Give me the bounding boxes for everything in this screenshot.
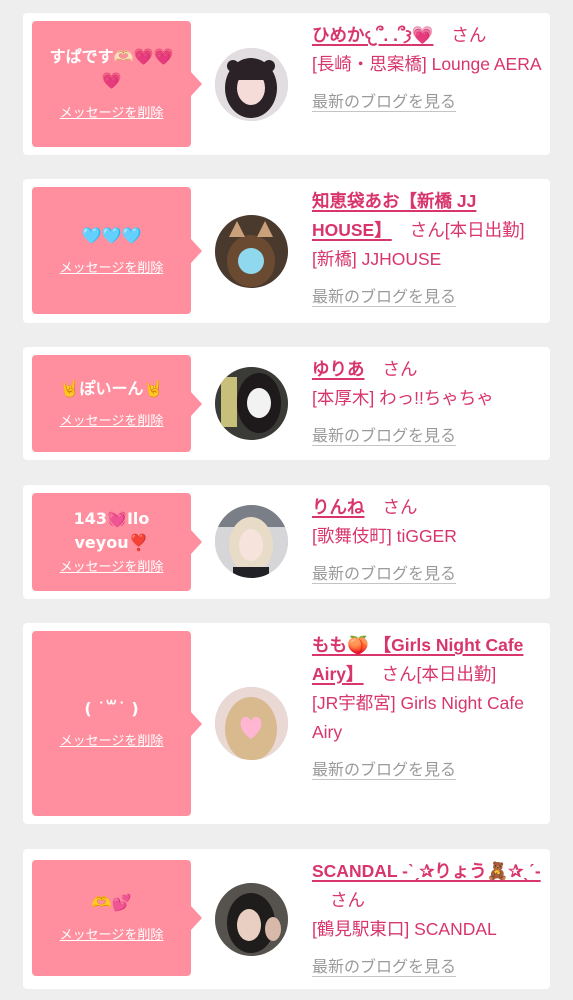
status-badge: [本日出勤] bbox=[444, 220, 525, 240]
message-text: 143💓Iloveyou❣️ bbox=[73, 509, 150, 552]
avatar[interactable] bbox=[215, 48, 288, 121]
cast-info: SCANDAL -ˋˏ✰りょう🧸✰ˎˊ- さん [鶴見駅東口] SCANDAL 最… bbox=[312, 857, 542, 982]
delete-message-link[interactable]: メッセージを削除 bbox=[60, 105, 164, 123]
cast-info: りんね さん [歌舞伎町] tiGGER 最新のブログを見る bbox=[312, 493, 542, 589]
latest-blog-link[interactable]: 最新のブログを見る bbox=[312, 283, 456, 312]
avatar[interactable] bbox=[215, 687, 288, 760]
cast-name-link[interactable]: りんね bbox=[312, 497, 365, 517]
message-bubble: 🤘ぽいーん🤘 メッセージを削除 bbox=[32, 355, 202, 452]
shop-name: [新橋] JJHOUSE bbox=[312, 249, 442, 269]
honorific: さん bbox=[382, 497, 418, 517]
list-item: ( ˙꒳˙ ) メッセージを削除 もも🍑 【Girls Night Cafe A… bbox=[23, 623, 550, 824]
message-bubble: 🩵🩵🩵 メッセージを削除 bbox=[32, 187, 202, 314]
cast-info: ゆりあ さん [本厚木] わっ!!ちゃちゃ 最新のブログを見る bbox=[312, 355, 542, 451]
avatar[interactable] bbox=[215, 505, 288, 578]
list-item: 🩵🩵🩵 メッセージを削除 知恵袋あお【新橋 JJ HOUSE】 さん[本日出勤] … bbox=[23, 179, 550, 323]
list-item: 143💓Iloveyou❣️ メッセージを削除 りんね さん [歌舞伎町] tiG… bbox=[23, 485, 550, 599]
list-item: 🤘ぽいーん🤘 メッセージを削除 ゆりあ さん [本厚木] わっ!!ちゃちゃ 最新の… bbox=[23, 347, 550, 460]
delete-message-link[interactable]: メッセージを削除 bbox=[60, 927, 164, 945]
cast-name-link[interactable]: SCANDAL -ˋˏ✰りょう🧸✰ˎˊ- bbox=[312, 861, 541, 881]
girl-avatar-icon bbox=[215, 215, 288, 288]
delete-message-link[interactable]: メッセージを削除 bbox=[60, 559, 164, 577]
girl-avatar-icon bbox=[215, 505, 288, 578]
latest-blog-link[interactable]: 最新のブログを見る bbox=[312, 88, 456, 117]
latest-blog-link[interactable]: 最新のブログを見る bbox=[312, 756, 456, 785]
honorific: さん bbox=[382, 359, 418, 379]
honorific: さん bbox=[381, 664, 417, 684]
latest-blog-link[interactable]: 最新のブログを見る bbox=[312, 422, 456, 451]
latest-blog-link[interactable]: 最新のブログを見る bbox=[312, 953, 456, 982]
cast-info: ひめか𐔌՞. .՞𐦯💗 さん [長崎・思案橋] Lounge AERA 最新のブロ… bbox=[312, 21, 542, 117]
status-badge: [本日出勤] bbox=[416, 664, 497, 684]
message-list: すぱです🫶🏻💗💗💗 メッセージを削除 ひめか𐔌՞. .՞𐦯💗 さん [長崎・思案橋… bbox=[0, 0, 573, 1000]
avatar[interactable] bbox=[215, 215, 288, 288]
shop-name: [JR宇都宮] Girls Night Cafe Airy bbox=[312, 693, 524, 742]
message-text: ( ˙꒳˙ ) bbox=[84, 698, 139, 718]
delete-message-link[interactable]: メッセージを削除 bbox=[60, 413, 164, 431]
girl-avatar-icon bbox=[215, 48, 288, 121]
message-text: 🤘ぽいーん🤘 bbox=[59, 378, 164, 398]
avatar[interactable] bbox=[215, 883, 288, 956]
cast-info: 知恵袋あお【新橋 JJ HOUSE】 さん[本日出勤] [新橋] JJHOUSE … bbox=[312, 187, 542, 312]
girl-avatar-icon bbox=[215, 367, 288, 440]
shop-name: [歌舞伎町] tiGGER bbox=[312, 526, 457, 546]
latest-blog-link[interactable]: 最新のブログを見る bbox=[312, 560, 456, 589]
honorific: さん bbox=[409, 220, 445, 240]
cast-info: もも🍑 【Girls Night Cafe Airy】 さん[本日出勤] [JR宇… bbox=[312, 631, 542, 785]
list-item: 🫶💕 メッセージを削除 SCANDAL -ˋˏ✰りょう🧸✰ˎˊ- さん [鶴見駅東… bbox=[23, 849, 550, 989]
message-bubble: すぱです🫶🏻💗💗💗 メッセージを削除 bbox=[32, 21, 202, 147]
avatar[interactable] bbox=[215, 367, 288, 440]
message-text: 🫶💕 bbox=[91, 893, 132, 912]
message-text: 🩵🩵🩵 bbox=[81, 225, 142, 245]
message-bubble: ( ˙꒳˙ ) メッセージを削除 bbox=[32, 631, 202, 816]
cast-name-link[interactable]: ゆりあ bbox=[312, 359, 365, 379]
cast-name-link[interactable]: ひめか𐔌՞. .՞𐦯💗 bbox=[312, 25, 433, 45]
message-text: すぱです🫶🏻💗💗💗 bbox=[49, 47, 174, 90]
delete-message-link[interactable]: メッセージを削除 bbox=[60, 260, 164, 278]
girl-avatar-icon bbox=[215, 883, 288, 956]
delete-message-link[interactable]: メッセージを削除 bbox=[60, 733, 164, 751]
shop-name: [鶴見駅東口] SCANDAL bbox=[312, 919, 497, 939]
shop-name: [本厚木] わっ!!ちゃちゃ bbox=[312, 388, 494, 408]
message-bubble: 🫶💕 メッセージを削除 bbox=[32, 860, 202, 976]
honorific: さん bbox=[330, 890, 365, 910]
shop-name: [長崎・思案橋] Lounge AERA bbox=[312, 54, 542, 74]
list-item: すぱです🫶🏻💗💗💗 メッセージを削除 ひめか𐔌՞. .՞𐦯💗 さん [長崎・思案橋… bbox=[23, 13, 550, 155]
honorific: さん bbox=[451, 25, 487, 45]
girl-avatar-icon bbox=[215, 687, 288, 760]
message-bubble: 143💓Iloveyou❣️ メッセージを削除 bbox=[32, 493, 202, 591]
